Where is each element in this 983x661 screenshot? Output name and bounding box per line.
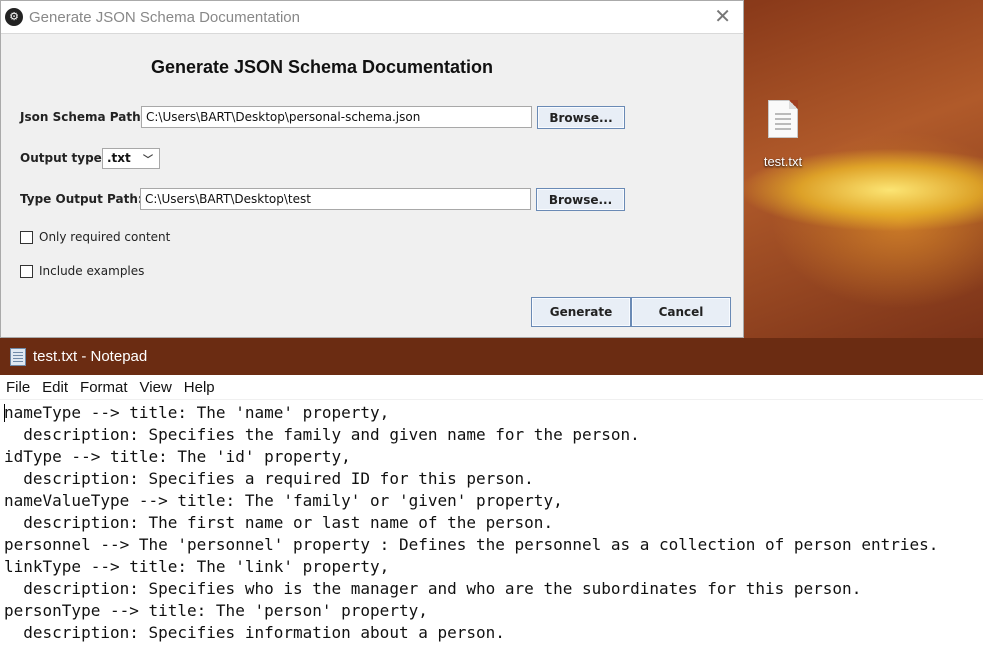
include-examples-checkbox[interactable] — [20, 264, 33, 278]
menu-format[interactable]: Format — [74, 379, 134, 396]
notepad-menubar: File Edit Format View Help — [0, 375, 983, 400]
output-browse-button[interactable]: Browse... — [536, 188, 625, 211]
output-path-label: Type Output Path: — [20, 192, 143, 206]
menu-edit[interactable]: Edit — [36, 379, 74, 396]
desktop-file-icon[interactable]: test.txt — [752, 100, 814, 169]
desktop-file-label: test.txt — [763, 154, 803, 169]
chevron-down-icon: ﹀ — [143, 155, 153, 166]
text-file-icon — [768, 100, 798, 138]
text-editor[interactable]: nameType --> title: The 'name' property,… — [0, 400, 983, 644]
output-type-select[interactable]: .txt ﹀ — [102, 148, 160, 169]
notepad-icon — [10, 347, 26, 366]
notepad-titlebar[interactable]: test.txt - Notepad — [0, 338, 983, 375]
notepad-window: test.txt - Notepad File Edit Format View… — [0, 338, 983, 661]
text-line: personType --> title: The 'person' prope… — [4, 601, 428, 620]
menu-help[interactable]: Help — [178, 379, 221, 396]
generate-button[interactable]: Generate — [531, 297, 631, 327]
only-required-option[interactable]: Only required content — [20, 230, 170, 244]
menu-view[interactable]: View — [134, 379, 178, 396]
output-type-value: .txt — [107, 151, 131, 165]
only-required-label: Only required content — [39, 230, 171, 244]
close-icon[interactable]: ✕ — [714, 6, 731, 26]
dialog-window-title: Generate JSON Schema Documentation — [29, 8, 300, 26]
text-line: description: The first name or last name… — [4, 513, 554, 532]
cancel-button[interactable]: Cancel — [631, 297, 731, 327]
dialog-titlebar[interactable]: ⚙ Generate JSON Schema Documentation ✕ — [1, 1, 743, 34]
notepad-window-title: test.txt - Notepad — [33, 348, 148, 365]
include-examples-label: Include examples — [39, 264, 145, 278]
text-line: idType --> title: The 'id' property, — [4, 447, 351, 466]
app-icon: ⚙ — [5, 8, 23, 26]
text-line: nameValueType --> title: The 'family' or… — [4, 491, 563, 510]
include-examples-option[interactable]: Include examples — [20, 264, 144, 278]
schema-path-input[interactable]: C:\Users\BART\Desktop\personal-schema.js… — [141, 106, 532, 128]
text-line: description: Specifies information about… — [4, 623, 505, 642]
menu-file[interactable]: File — [0, 379, 36, 396]
text-line: personnel --> The 'personnel' property :… — [4, 535, 939, 554]
text-caret — [4, 404, 5, 422]
generate-docs-dialog: ⚙ Generate JSON Schema Documentation ✕ G… — [0, 0, 744, 338]
text-line: linkType --> title: The 'link' property, — [4, 557, 390, 576]
schema-path-label: Json Schema Path: — [20, 110, 146, 124]
dialog-heading: Generate JSON Schema Documentation — [150, 57, 494, 77]
text-line: description: Specifies who is the manage… — [4, 579, 862, 598]
text-line: description: Specifies a required ID for… — [4, 469, 534, 488]
only-required-checkbox[interactable] — [20, 230, 33, 244]
output-path-input[interactable]: C:\Users\BART\Desktop\test — [140, 188, 531, 210]
schema-browse-button[interactable]: Browse... — [537, 106, 625, 129]
text-line: description: Specifies the family and gi… — [4, 425, 640, 444]
output-type-label: Output type — [20, 151, 102, 165]
text-line: nameType --> title: The 'name' property, — [4, 403, 390, 422]
